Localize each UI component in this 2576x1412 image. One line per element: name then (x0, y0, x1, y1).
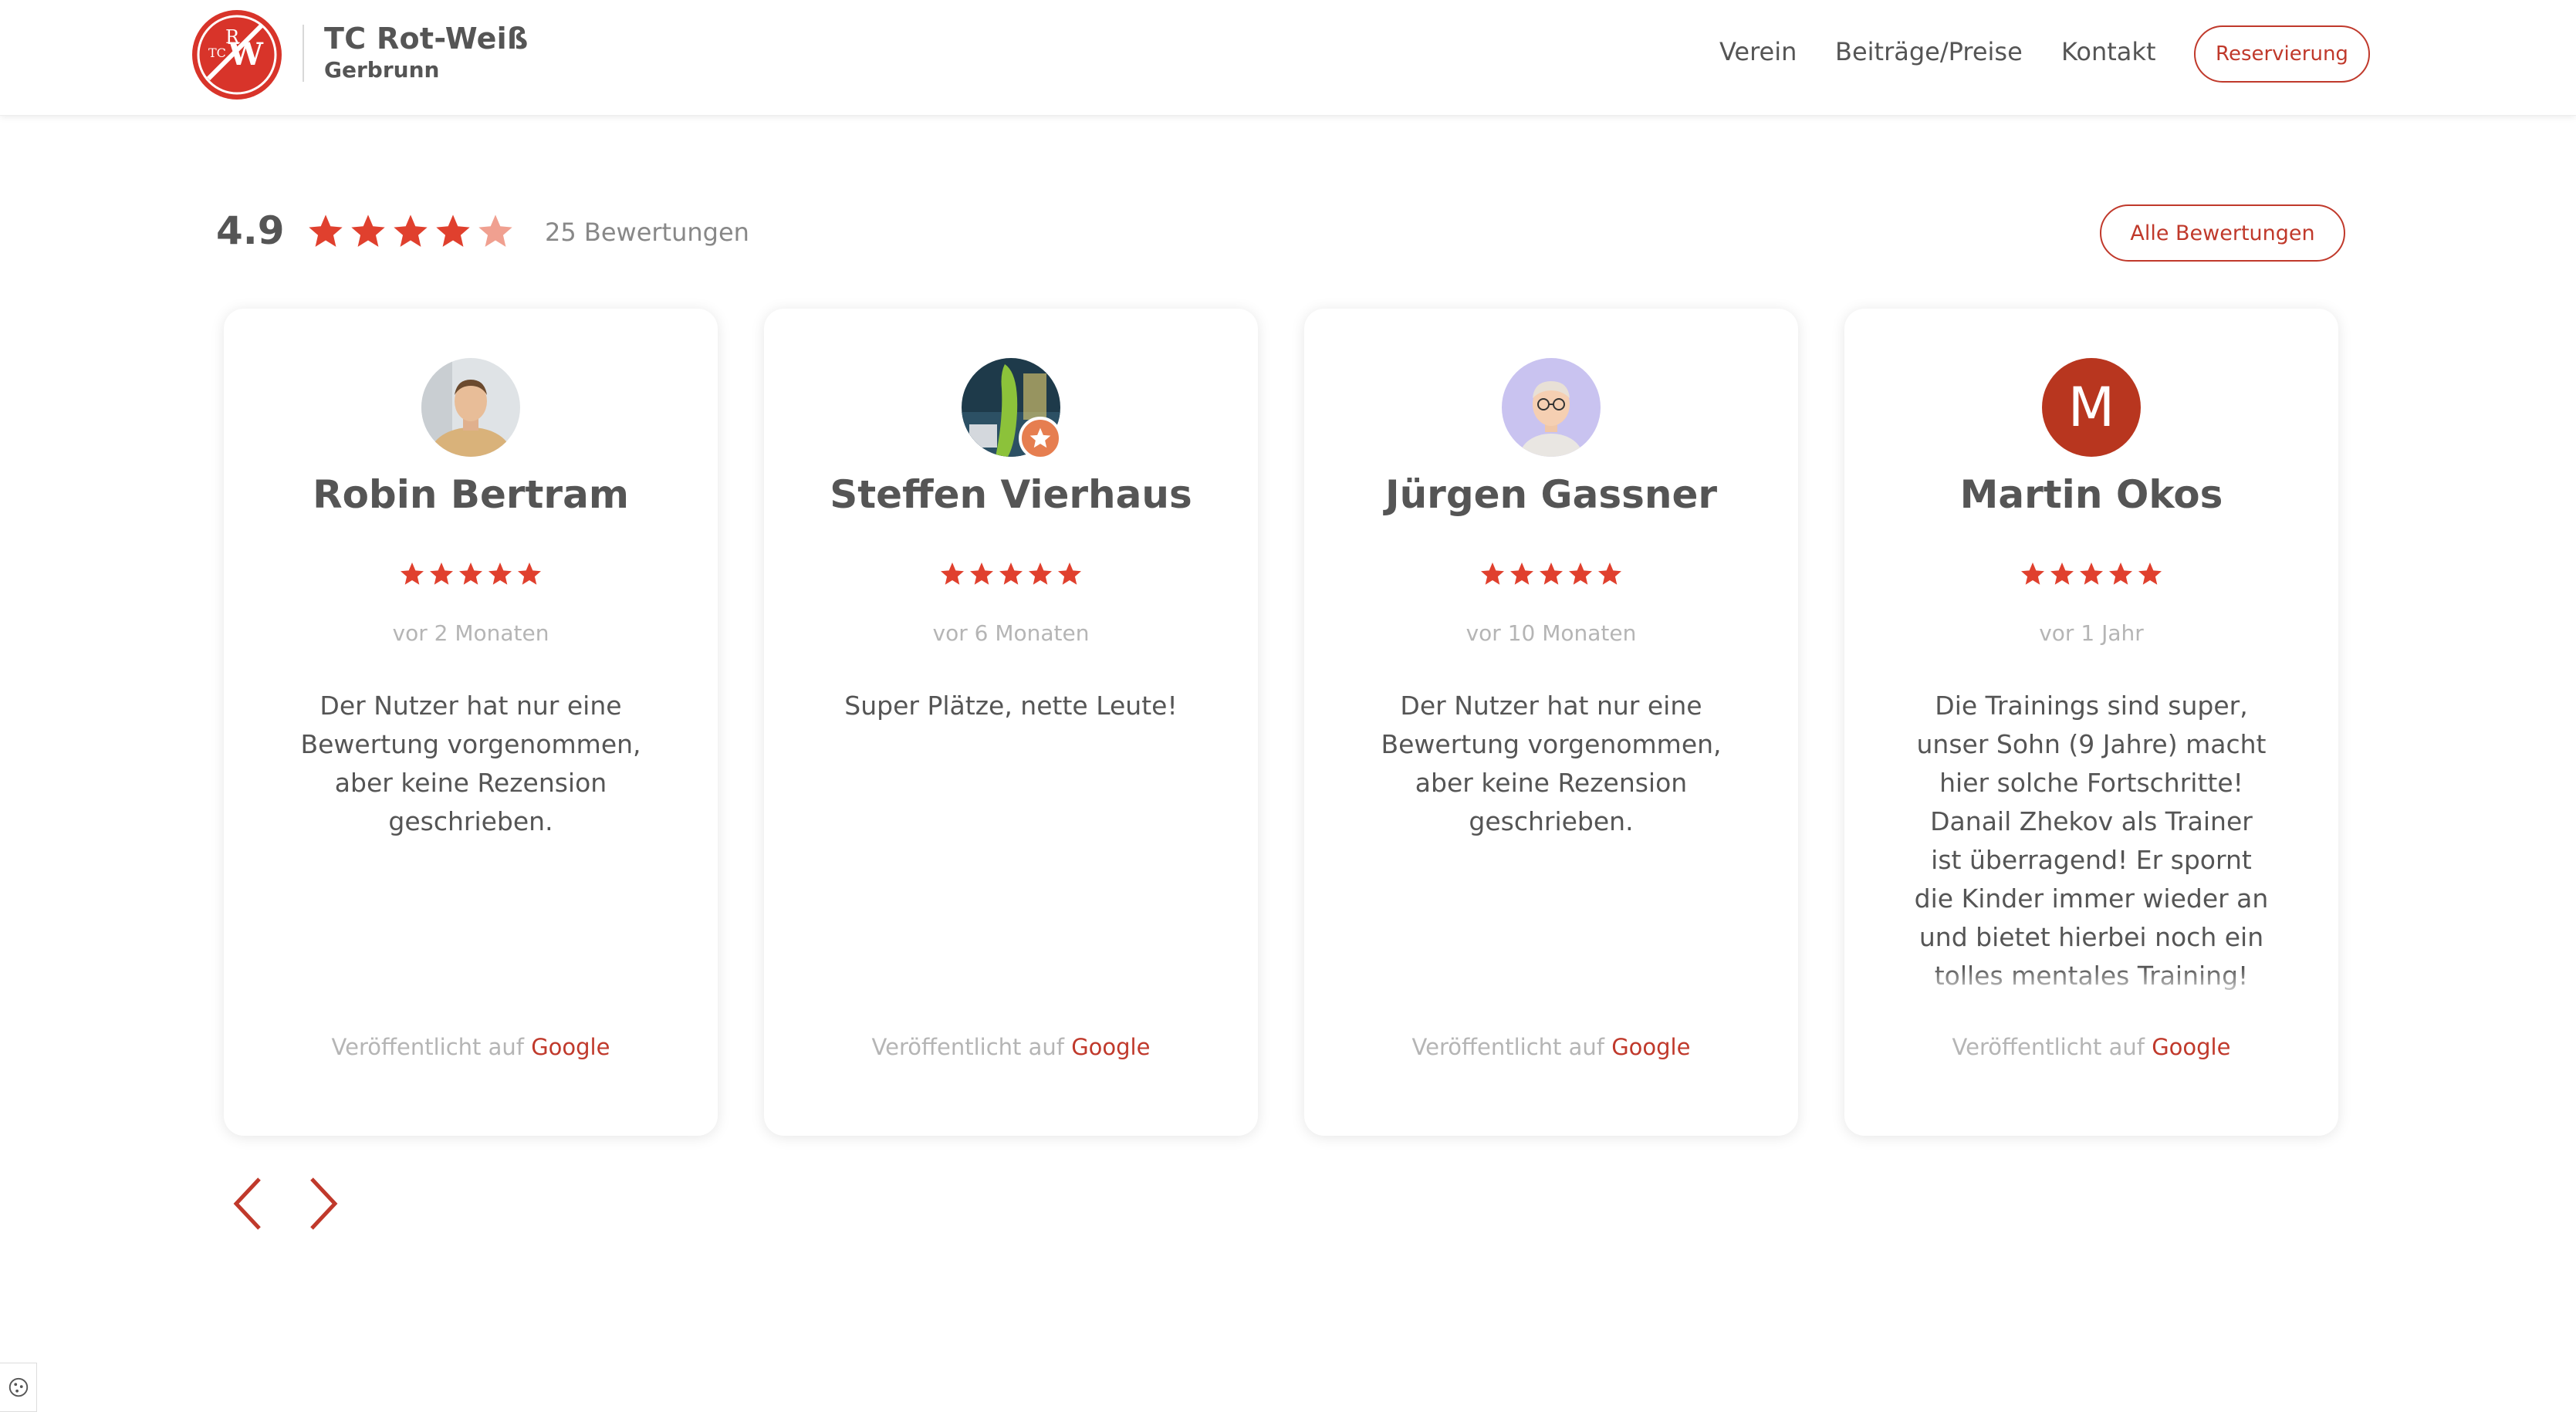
text-fade-overlay (1891, 968, 2292, 998)
star-icon (478, 215, 512, 247)
brand-title[interactable]: TC Rot-Weiß (324, 22, 529, 56)
star-icon (394, 215, 428, 247)
reviewer-avatar: M (2042, 358, 2141, 457)
star-icon (430, 562, 453, 585)
reviewer-name: Steffen Vierhaus (830, 472, 1192, 517)
cookie-settings-icon[interactable] (0, 1363, 37, 1412)
review-stars (1304, 560, 1798, 588)
star-icon (1540, 562, 1563, 585)
average-rating: 4.9 (216, 208, 285, 253)
google-link[interactable]: Google (531, 1034, 610, 1060)
star-icon (2021, 562, 2044, 585)
star-icon (518, 562, 541, 585)
google-link[interactable]: Google (1071, 1034, 1150, 1060)
all-reviews-button[interactable]: Alle Bewertungen (2100, 204, 2345, 262)
star-icon (1058, 562, 1081, 585)
svg-text:TC: TC (208, 46, 226, 60)
review-date: vor 10 Monaten (1465, 620, 1637, 646)
review-count: 25 Bewertungen (545, 218, 749, 247)
brand-subtitle: Gerbrunn (324, 57, 440, 83)
nav-link-beitraege-preise[interactable]: Beiträge/Preise (1835, 37, 2023, 66)
review-stars (1844, 560, 2338, 588)
nav-link-verein[interactable]: Verein (1719, 37, 1797, 66)
star-icon (401, 562, 424, 585)
star-icon (351, 215, 385, 247)
review-date: vor 6 Monaten (932, 620, 1090, 646)
star-icon (1481, 562, 1504, 585)
published-prefix: Veröffentlicht auf (1411, 1034, 1604, 1060)
review-stars (224, 560, 718, 588)
star-icon (459, 562, 482, 585)
review-card: Robin Bertram vor 2 Monaten Der Nutzer h… (224, 309, 718, 1136)
local-guide-badge-icon (1019, 417, 1062, 460)
review-card: Steffen Vierhaus vor 6 Monaten Super Plä… (764, 309, 1258, 1136)
club-logo-icon[interactable]: W TC R (191, 9, 282, 100)
star-icon (488, 562, 512, 585)
site-header: W TC R TC Rot-Weiß Gerbrunn Verein Beitr… (0, 0, 2576, 116)
published-on: Veröffentlicht auf Google (1844, 1034, 2338, 1060)
published-prefix: Veröffentlicht auf (1952, 1034, 2145, 1060)
published-on: Veröffentlicht auf Google (224, 1034, 718, 1060)
star-icon (2138, 562, 2162, 585)
star-icon (1510, 562, 1533, 585)
reviewer-name: Martin Okos (1959, 472, 2223, 517)
star-icon (999, 562, 1023, 585)
star-icon (1598, 562, 1621, 585)
star-icon (2050, 562, 2074, 585)
reviewer-avatar (421, 358, 520, 457)
reviewer-avatar (1502, 358, 1601, 457)
carousel-prev-icon[interactable] (225, 1173, 272, 1235)
reservation-button[interactable]: Reservierung (2194, 25, 2370, 83)
star-icon (436, 215, 470, 247)
review-text: Der Nutzer hat nur eine Bewertung vorgen… (300, 691, 641, 836)
review-text: Die Trainings sind super, unser Sohn (9 … (1914, 691, 2269, 991)
logo-divider (303, 25, 304, 82)
nav-link-kontakt[interactable]: Kontakt (2061, 37, 2155, 66)
google-link[interactable]: Google (1611, 1034, 1690, 1060)
review-text: Der Nutzer hat nur eine Bewertung vorgen… (1381, 691, 1722, 836)
published-prefix: Veröffentlicht auf (871, 1034, 1064, 1060)
star-icon (1569, 562, 1592, 585)
review-card: M Martin Okos vor 1 Jahr Die Trainings s… (1844, 309, 2338, 1136)
star-icon (970, 562, 993, 585)
svg-text:R: R (225, 26, 240, 48)
star-icon (309, 215, 343, 247)
reviewer-name: Robin Bertram (313, 472, 629, 517)
review-date: vor 1 Jahr (2039, 620, 2144, 646)
published-on: Veröffentlicht auf Google (1304, 1034, 1798, 1060)
published-prefix: Veröffentlicht auf (331, 1034, 524, 1060)
star-icon (941, 562, 964, 585)
review-text: Super Plätze, nette Leute! (844, 691, 1178, 721)
summary-stars (306, 211, 516, 255)
star-icon (1029, 562, 1052, 585)
review-date: vor 2 Monaten (392, 620, 549, 646)
review-card: Jürgen Gassner vor 10 Monaten Der Nutzer… (1304, 309, 1798, 1136)
reviewer-name: Jürgen Gassner (1384, 472, 1718, 517)
star-icon (2080, 562, 2103, 585)
review-stars (764, 560, 1258, 588)
carousel-next-icon[interactable] (299, 1173, 346, 1235)
google-link[interactable]: Google (2152, 1034, 2230, 1060)
published-on: Veröffentlicht auf Google (764, 1034, 1258, 1060)
star-icon (2109, 562, 2132, 585)
